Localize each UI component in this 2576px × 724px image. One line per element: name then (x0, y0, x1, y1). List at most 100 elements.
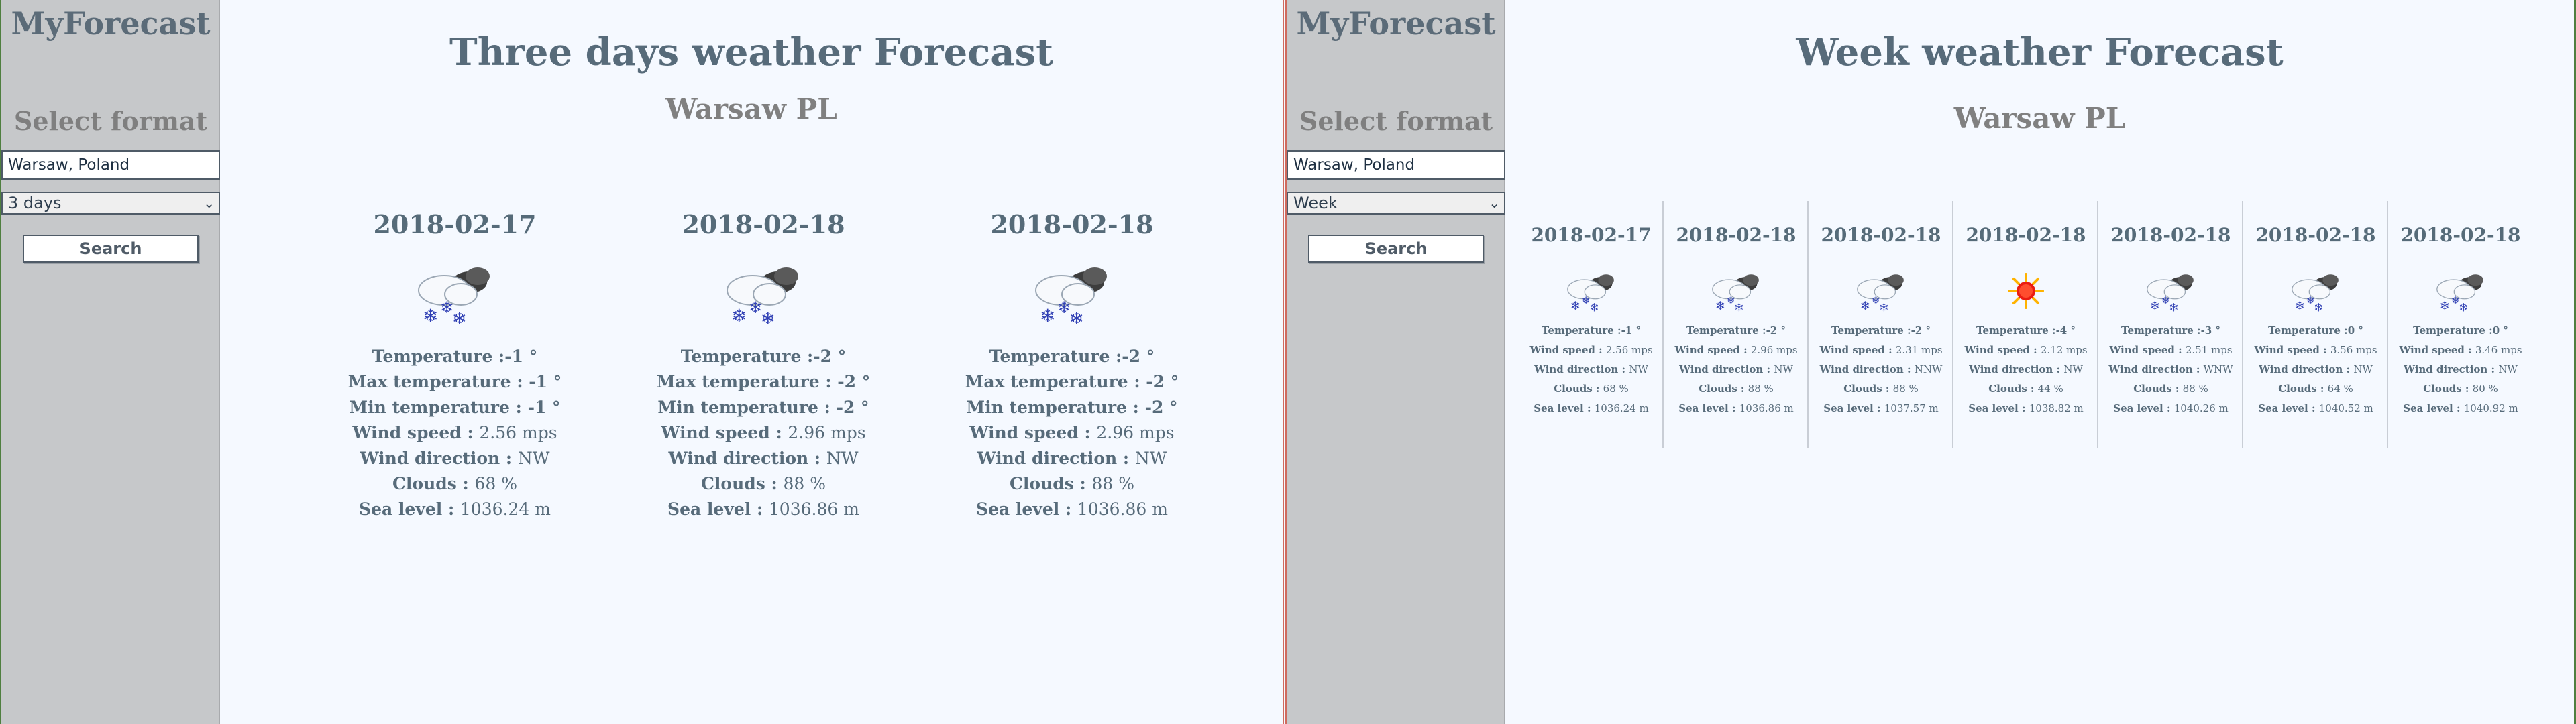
temperature-value: 0 ° (2492, 324, 2508, 337)
sea-level-label: Sea level : (976, 499, 1077, 519)
temperature-value: -4 ° (2055, 324, 2076, 337)
search-button[interactable]: Search (23, 235, 199, 263)
wind-direction-label: Wind direction : (1969, 363, 2064, 375)
clouds-value: 80 % (2472, 383, 2498, 395)
brand-logo-text[interactable]: MyForecast (1, 5, 220, 42)
location-input[interactable] (1287, 150, 1505, 180)
wind-direction-value: NW (2498, 363, 2518, 375)
select-format-heading: Select format (13, 106, 208, 136)
forecast-card: 2018-02-18 ❄ ❄ ❄ Temp (2098, 201, 2243, 448)
clouds-value: 88 % (2182, 383, 2208, 395)
wind-direction-label: Wind direction : (2108, 363, 2204, 375)
temperature-label: Temperature : (680, 347, 814, 366)
temperature-label: Temperature : (2268, 324, 2348, 337)
forecast-date: 2018-02-18 (1966, 224, 2086, 246)
clouds-value: 64 % (2327, 383, 2353, 395)
select-format-heading: Select format (1299, 106, 1493, 136)
temperature-label: Temperature : (1831, 324, 1911, 337)
wind-speed-label: Wind speed : (2109, 344, 2186, 356)
forecast-date: 2018-02-18 (1676, 224, 1796, 246)
forecast-date: 2018-02-18 (682, 209, 845, 239)
temperature-value: -3 ° (2200, 324, 2220, 337)
wind-speed-label: Wind speed : (2399, 344, 2475, 356)
wind-direction-value: WNW (2203, 363, 2233, 375)
forecast-card: 2018-02-18 ❄ ❄ ❄ Temp (2388, 201, 2533, 448)
svg-text:❄: ❄ (452, 309, 467, 326)
wind-speed-label: Wind speed : (1964, 344, 2041, 356)
wind-direction-value: NW (1134, 448, 1167, 468)
svg-text:❄: ❄ (1860, 300, 1870, 313)
wind-direction-value: NW (517, 448, 550, 468)
wind-speed-value: 2.96 mps (788, 423, 866, 442)
format-select[interactable]: Week ⌄ (1287, 192, 1505, 215)
sea-level-label: Sea level : (359, 499, 460, 519)
temperature-value: -1 ° (1621, 324, 1641, 337)
forecast-card: 2018-02-18 ❄ ❄ ❄ Temp (1664, 201, 1809, 448)
wind-direction-label: Wind direction : (2259, 363, 2354, 375)
forecast-date: 2018-02-18 (2110, 224, 2231, 246)
forecast-card: 2018-02-17 ❄ ❄ ❄ Temp (307, 206, 602, 555)
wind-direction-value: NW (2063, 363, 2083, 375)
clouds-value: 88 % (1091, 474, 1134, 493)
clouds-label: Clouds : (701, 474, 784, 493)
forecast-card: 2018-02-18 ❄ ❄ ❄ Temp (924, 206, 1220, 555)
sea-level-label: Sea level : (1823, 402, 1884, 414)
forecast-date: 2018-02-18 (1821, 224, 1941, 246)
location-input[interactable] (1, 150, 220, 180)
temperature-label: Temperature : (2413, 324, 2493, 337)
max-temperature-label: Max temperature : (347, 372, 529, 391)
wind-speed-value: 3.56 mps (2330, 344, 2377, 356)
svg-text:❄: ❄ (2295, 300, 2305, 313)
main-content: Three days weather Forecast Warsaw PL 20… (220, 0, 1283, 724)
min-temperature-label: Min temperature : (966, 398, 1145, 417)
temperature-label: Temperature : (2121, 324, 2201, 337)
snow-cloud-icon: ❄ ❄ ❄ (1852, 269, 1910, 313)
snow-cloud-icon: ❄ ❄ ❄ (2287, 269, 2345, 313)
clouds-label: Clouds : (1988, 383, 2038, 395)
svg-text:❄: ❄ (423, 305, 438, 326)
forecast-card: 2018-02-18 ❄ ❄ ❄ Temp (616, 206, 911, 555)
clouds-value: 88 % (783, 474, 826, 493)
min-temperature-value: -2 ° (1144, 398, 1178, 417)
clouds-value: 68 % (474, 474, 517, 493)
wind-speed-value: 2.56 mps (479, 423, 557, 442)
svg-text:❄: ❄ (1069, 309, 1084, 326)
wind-direction-label: Wind direction : (1819, 363, 1915, 375)
temperature-value: 0 ° (2347, 324, 2363, 337)
brand-logo-text[interactable]: MyForecast (1287, 5, 1505, 42)
temperature-value: -2 ° (1766, 324, 1786, 337)
clouds-label: Clouds : (2423, 383, 2473, 395)
clouds-label: Clouds : (1699, 383, 1748, 395)
wind-direction-label: Wind direction : (977, 448, 1135, 468)
sea-level-value: 1040.52 m (2318, 402, 2373, 414)
temperature-value: -2 ° (1911, 324, 1931, 337)
wind-speed-label: Wind speed : (1674, 344, 1751, 356)
wind-speed-value: 2.96 mps (1096, 423, 1175, 442)
wind-speed-label: Wind speed : (661, 423, 788, 442)
format-select[interactable]: 3 days ⌄ (1, 192, 220, 215)
svg-text:❄: ❄ (2459, 301, 2468, 313)
temperature-value: -1 ° (504, 347, 538, 366)
svg-text:❄: ❄ (2169, 301, 2178, 313)
format-select-value: 3 days (8, 194, 62, 213)
svg-text:❄: ❄ (2440, 300, 2450, 313)
max-temperature-label: Max temperature : (656, 372, 838, 391)
sea-level-value: 1036.24 m (460, 499, 551, 519)
snow-cloud-icon: ❄ ❄ ❄ (1562, 269, 1620, 313)
svg-text:❄: ❄ (1570, 300, 1580, 313)
min-temperature-label: Min temperature : (349, 398, 528, 417)
three-day-forecast-row: 2018-02-17 ❄ ❄ ❄ Temperature:-1 ° Max t… (307, 206, 1230, 555)
temperature-label: Temperature : (1542, 324, 1621, 337)
min-temperature-label: Min temperature : (657, 398, 837, 417)
svg-text:❄: ❄ (1589, 301, 1599, 313)
search-button[interactable]: Search (1308, 235, 1484, 263)
format-select-value: Week (1293, 194, 1338, 213)
snow-cloud-icon: ❄ ❄ ❄ (1028, 259, 1116, 326)
wind-direction-label: Wind direction : (1679, 363, 1774, 375)
wind-direction-value: NW (2353, 363, 2373, 375)
forecast-date: 2018-02-18 (990, 209, 1154, 239)
wind-speed-label: Wind speed : (1529, 344, 1606, 356)
temperature-label: Temperature : (1686, 324, 1766, 337)
min-temperature-value: -1 ° (527, 398, 561, 417)
max-temperature-value: -2 ° (1146, 372, 1179, 391)
